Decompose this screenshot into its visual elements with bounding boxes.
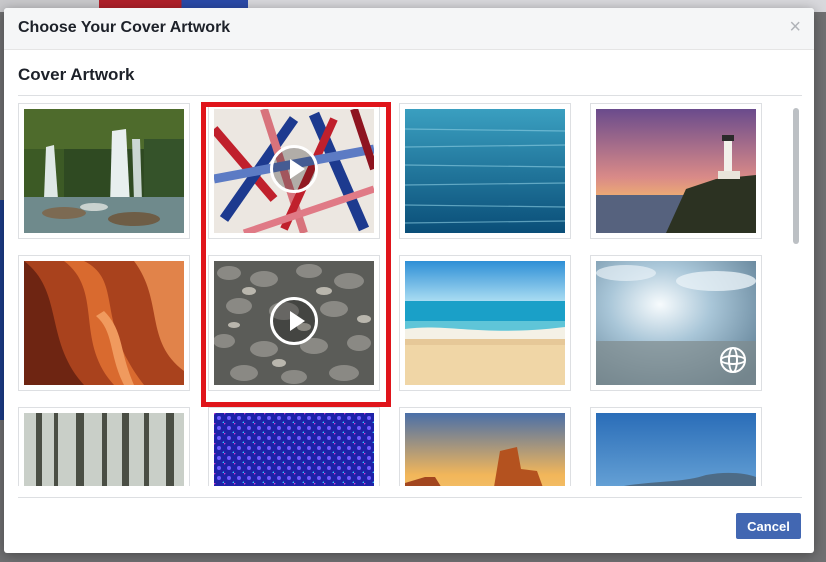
cover-artwork-dialog: Choose Your Cover Artwork × Cover Artwor… xyxy=(4,8,814,553)
artwork-tile-waterfall-forest[interactable] xyxy=(18,103,190,239)
artwork-tile-ocean-water[interactable] xyxy=(399,103,571,239)
artwork-thumbnail xyxy=(214,413,374,486)
artwork-tile-river-pebbles[interactable] xyxy=(208,255,380,391)
footer-divider xyxy=(18,497,802,498)
artwork-thumbnail xyxy=(596,109,756,233)
artwork-tile-lighthouse-sunset[interactable] xyxy=(590,103,762,239)
close-icon[interactable]: × xyxy=(789,17,801,37)
artwork-thumbnail xyxy=(214,109,374,233)
artwork-thumbnail xyxy=(24,261,184,385)
section-title: Cover Artwork xyxy=(18,65,135,84)
artwork-tile-red-sandstone-canyon[interactable] xyxy=(18,255,190,391)
artwork-tile-foggy-forest[interactable] xyxy=(18,407,190,486)
dialog-title: Choose Your Cover Artwork xyxy=(18,19,231,36)
artwork-tile-blue-sky-hills[interactable] xyxy=(590,407,762,486)
video-play-icon xyxy=(270,297,318,345)
360-sphere-icon xyxy=(720,347,746,373)
artwork-tile-blue-kaleidoscope-pattern[interactable] xyxy=(208,407,380,486)
dialog-header: Choose Your Cover Artwork × xyxy=(4,8,814,50)
artwork-thumbnail xyxy=(405,413,565,486)
artwork-thumbnail xyxy=(24,413,184,486)
video-play-icon xyxy=(270,145,318,193)
artwork-thumbnail xyxy=(24,109,184,233)
artwork-tile-beach-shoreline[interactable] xyxy=(399,255,571,391)
grid-scrollbar[interactable] xyxy=(793,108,799,244)
cancel-button[interactable]: Cancel xyxy=(736,513,801,539)
section-divider xyxy=(18,95,802,96)
artwork-tile-misty-sky-sunburst[interactable] xyxy=(590,255,762,391)
artwork-thumbnail xyxy=(405,109,565,233)
artwork-thumbnail xyxy=(596,413,756,486)
artwork-grid-viewport xyxy=(18,103,778,486)
artwork-thumbnail xyxy=(405,261,565,385)
artwork-thumbnail xyxy=(214,261,374,385)
artwork-tile-abstract-red-blue-strokes[interactable] xyxy=(208,103,380,239)
artwork-tile-desert-buttes-sunset[interactable] xyxy=(399,407,571,486)
artwork-thumbnail xyxy=(596,261,756,385)
